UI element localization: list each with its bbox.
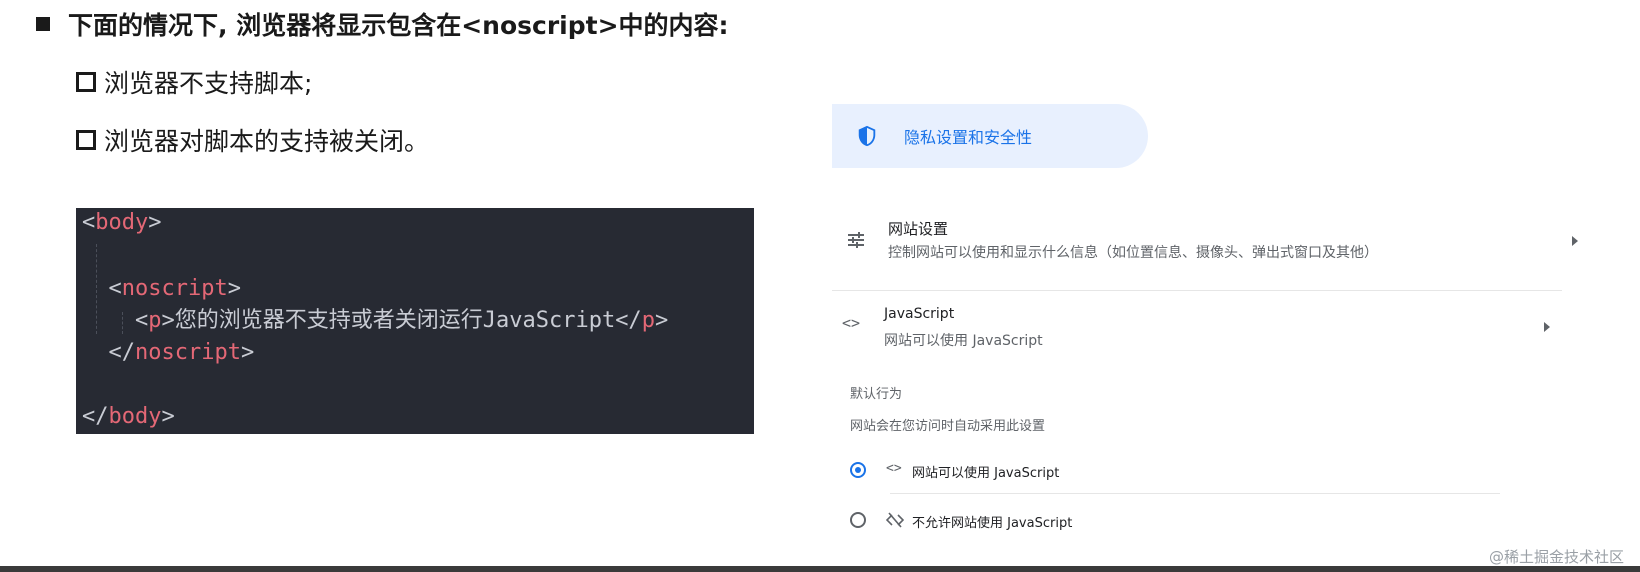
radio-option-label: 不允许网站使用 JavaScript [912,516,1073,531]
radio-option-allow[interactable]: <> 网站可以使用 JavaScript [850,458,1500,484]
hollow-square-bullet-icon [76,72,96,92]
divider [890,493,1500,494]
code-brackets-icon: <> [886,461,902,476]
javascript-title: JavaScript [884,306,955,322]
code-block: <body> <noscript> <p>您的浏览器不支持或者关闭运行JavaS… [76,208,754,434]
code-line-open-noscript: <noscript> [108,276,241,301]
sidebar-item-privacy[interactable]: 隐私设置和安全性 [832,104,1148,168]
chevron-right-icon [1544,322,1550,332]
code-line-close-noscript: </noscript> [108,340,255,365]
sidebar-item-label: 隐私设置和安全性 [904,128,1033,147]
javascript-subtitle: 网站可以使用 JavaScript [884,333,1043,349]
code-brackets-icon: <> [842,314,861,332]
radio-button-allow[interactable] [850,462,866,478]
code-line-close-body: </body> [82,404,175,429]
code-line-open-body: <body> [82,210,162,235]
shield-icon [858,125,876,147]
site-settings-row[interactable]: 网站设置 控制网站可以使用和显示什么信息（如位置信息、摄像头、弹出式窗口及其他） [832,212,1586,272]
chevron-right-icon [1572,236,1578,246]
radio-option-block[interactable]: 不允许网站使用 JavaScript [850,508,1500,534]
divider [832,290,1562,291]
tune-icon [848,232,864,248]
site-settings-title: 网站设置 [888,220,949,238]
watermark: @稀土掘金技术社区 [1488,548,1624,566]
sub-bullet-text: 浏览器不支持脚本; [104,69,313,98]
radio-option-label: 网站可以使用 JavaScript [912,466,1060,481]
slide-heading: 下面的情况下, 浏览器将显示包含在<noscript>中的内容: [36,4,729,44]
code-off-icon [886,512,904,528]
hollow-square-bullet-icon [76,130,96,150]
sub-bullet-text: 浏览器对脚本的支持被关闭。 [104,127,430,156]
sub-bullet-1: 浏览器不支持脚本; [76,62,312,102]
heading-text: 下面的情况下, 浏览器将显示包含在<noscript>中的内容: [68,11,729,40]
square-bullet-icon [36,17,50,31]
default-behavior-heading: 默认行为 [850,387,903,402]
bottom-bar [0,566,1640,572]
site-settings-subtitle: 控制网站可以使用和显示什么信息（如位置信息、摄像头、弹出式窗口及其他） [888,245,1378,261]
default-behavior-description: 网站会在您访问时自动采用此设置 [850,419,1046,434]
radio-button-block[interactable] [850,512,866,528]
javascript-row[interactable]: <> JavaScript 网站可以使用 JavaScript [832,304,1562,350]
code-line-p: <p>您的浏览器不支持或者关闭运行JavaScript</p> [134,308,669,333]
sub-bullet-2: 浏览器对脚本的支持被关闭。 [76,120,429,160]
